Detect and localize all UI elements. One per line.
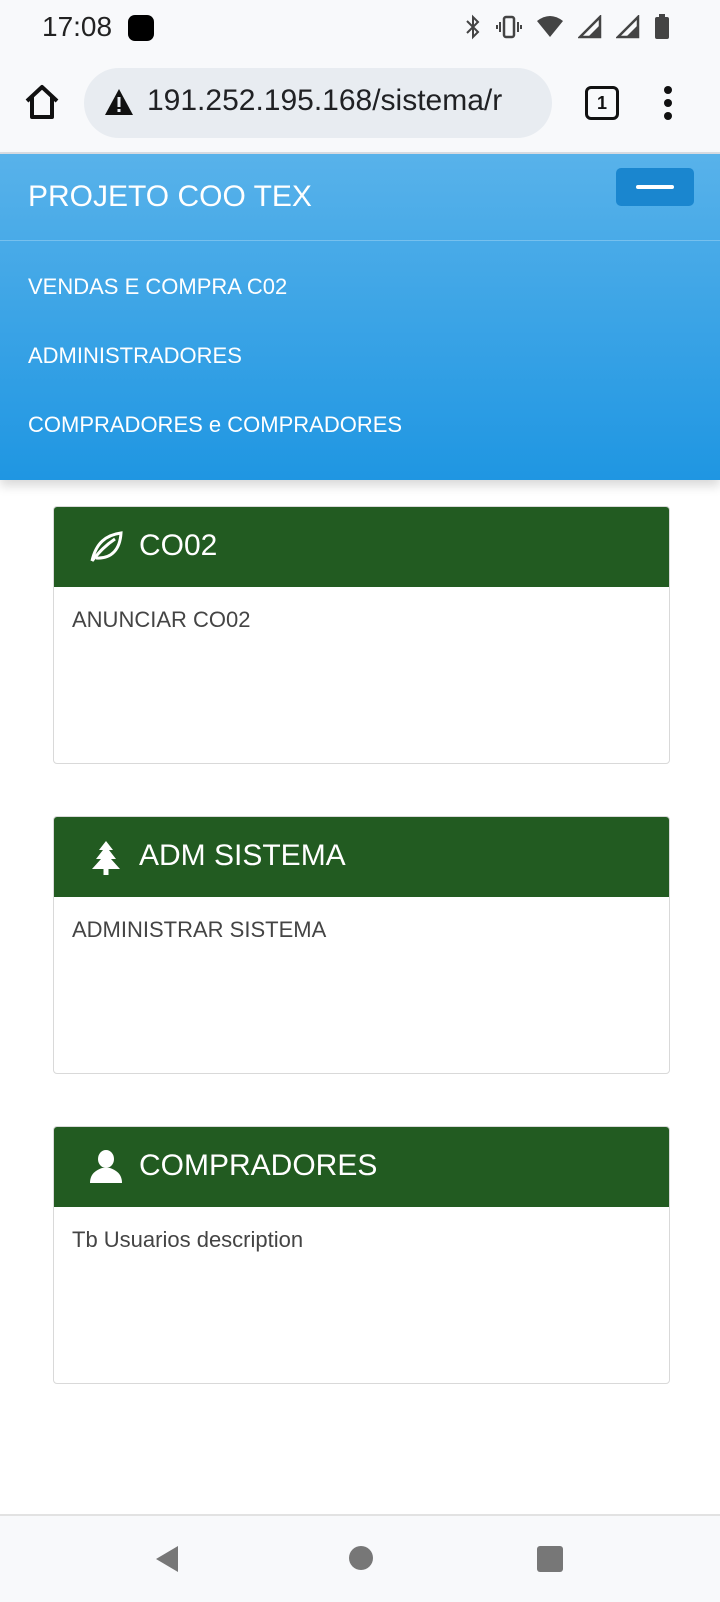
- vibrate-icon: [496, 14, 522, 45]
- card-header: COMPRADORES: [54, 1127, 669, 1207]
- status-time: 17:08: [42, 11, 113, 42]
- card-header: ADM SISTEMA: [54, 817, 669, 897]
- user-icon: [90, 1150, 122, 1183]
- back-icon[interactable]: [154, 1544, 180, 1574]
- nav-item-vendas[interactable]: VENDAS E COMPRA C02: [28, 274, 287, 300]
- recent-apps-icon[interactable]: [537, 1546, 563, 1572]
- nav-item-administradores[interactable]: ADMINISTRADORES: [28, 343, 242, 369]
- tree-icon: [92, 841, 120, 875]
- bluetooth-icon: [464, 14, 482, 45]
- card-title: CO02: [139, 529, 218, 562]
- card-title: COMPRADORES: [139, 1149, 378, 1182]
- site-navbar: PROJETO COO TEX VENDAS E COMPRA C02 ADMI…: [0, 154, 720, 480]
- home-icon: [25, 85, 59, 119]
- navbar-divider: [0, 240, 720, 241]
- card-description: Tb Usuarios description: [72, 1227, 304, 1252]
- more-vert-icon: [664, 86, 672, 94]
- system-navigation-bar: [0, 1514, 720, 1602]
- leaf-icon: [90, 531, 123, 562]
- nav-item-compradores[interactable]: COMPRADORES e COMPRADORES: [28, 412, 402, 438]
- battery-icon: [654, 14, 670, 45]
- signal-icon: [576, 13, 602, 44]
- card-description: ADMINISTRAR SISTEMA: [72, 917, 327, 942]
- card-description: ANUNCIAR CO02: [72, 607, 251, 632]
- url-text: 191.252.195.168/sistema/r: [147, 84, 503, 117]
- tab-switcher-button[interactable]: 1: [585, 86, 619, 120]
- card-compradores[interactable]: COMPRADORES Tb Usuarios description: [53, 1126, 670, 1384]
- signal-icon: [614, 13, 640, 44]
- browser-home-button[interactable]: [22, 82, 62, 122]
- card-header: CO02: [54, 507, 669, 587]
- card-adm-sistema[interactable]: ADM SISTEMA ADMINISTRAR SISTEMA: [53, 816, 670, 1074]
- menu-icon: [636, 185, 674, 189]
- navbar-toggle-button[interactable]: [616, 168, 694, 206]
- browser-menu-button[interactable]: [662, 86, 674, 122]
- home-circle-icon[interactable]: [349, 1546, 373, 1570]
- card-title: ADM SISTEMA: [139, 839, 346, 872]
- warning-icon[interactable]: [104, 88, 134, 116]
- status-bar: 17:08: [0, 0, 720, 56]
- navbar-brand[interactable]: PROJETO COO TEX: [28, 180, 312, 214]
- status-icons: [464, 13, 670, 45]
- browser-toolbar: 191.252.195.168/sistema/r 1: [0, 56, 720, 154]
- card-co02[interactable]: CO02 ANUNCIAR CO02: [53, 506, 670, 764]
- address-bar[interactable]: 191.252.195.168/sistema/r: [84, 68, 552, 138]
- wifi-icon: [536, 15, 564, 44]
- notification-icon: [128, 15, 154, 41]
